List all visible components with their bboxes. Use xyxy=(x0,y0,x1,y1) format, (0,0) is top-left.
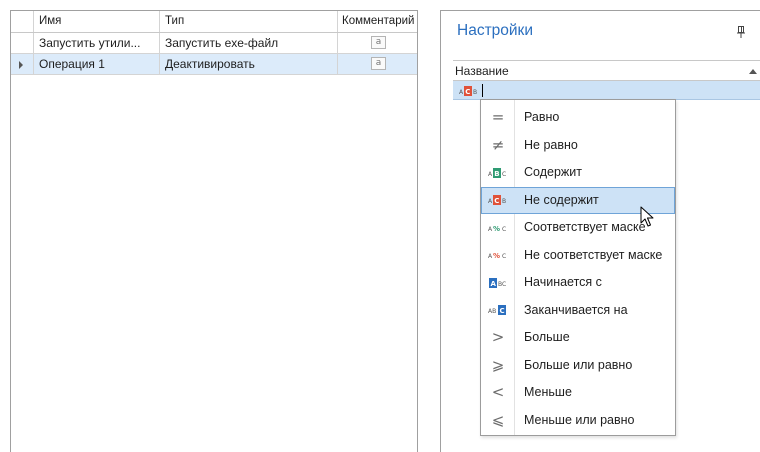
filter-option-label: Соответствует маске xyxy=(524,220,646,234)
filter-option-label: Меньше xyxy=(524,385,572,399)
svg-text:A: A xyxy=(491,280,497,288)
cell-type[interactable]: Запустить exe-файл xyxy=(160,33,338,53)
svg-text:A: A xyxy=(459,89,464,96)
filter-option-label: Начинается с xyxy=(524,275,602,289)
filter-option-label: Не соответствует маске xyxy=(524,247,663,262)
filter-option-label: Не содержит xyxy=(524,192,599,207)
svg-text:C: C xyxy=(502,253,506,260)
table-row[interactable]: Запустить утили... Запустить exe-файл a xyxy=(11,33,417,54)
svg-text:C: C xyxy=(465,88,470,96)
sort-ascending-icon[interactable] xyxy=(749,69,757,74)
less-icon: < xyxy=(491,383,505,401)
begins-with-icon: A BC xyxy=(481,269,515,296)
filter-option-7[interactable]: A BC Начинается с xyxy=(481,269,675,296)
column-header-comment[interactable]: Комментарий xyxy=(338,11,417,32)
svg-text:B: B xyxy=(494,170,499,178)
cell-comment[interactable]: a xyxy=(338,33,417,53)
svg-text:C: C xyxy=(502,171,506,178)
cell-comment[interactable]: a xyxy=(338,54,417,74)
mouse-cursor-icon xyxy=(640,206,654,228)
filter-option-label: Не равно xyxy=(524,137,578,152)
filter-option-12[interactable]: ⩽ Меньше или равно xyxy=(481,407,675,434)
auto-filter-row[interactable]: A C B xyxy=(453,81,760,100)
svg-text:BC: BC xyxy=(498,281,506,288)
like-icon: A% C xyxy=(481,214,515,241)
not-equals-icon: ≠ xyxy=(491,135,505,154)
svg-text:C: C xyxy=(494,197,499,205)
not-like-icon: A% C xyxy=(481,242,515,269)
filter-option-2[interactable]: ≠ Не равно xyxy=(481,132,675,159)
filter-option-3[interactable]: A B C Содержит xyxy=(481,159,675,186)
row-indicator-header xyxy=(11,11,34,32)
pin-icon[interactable] xyxy=(737,26,745,38)
not-contains-icon[interactable]: A C B xyxy=(459,85,479,99)
svg-text:A: A xyxy=(488,198,493,205)
cell-name[interactable]: Запустить утили... xyxy=(34,33,160,53)
column-header-name[interactable]: Имя xyxy=(34,11,160,32)
panel-title: Настройки xyxy=(457,22,534,39)
contains-icon: ABC xyxy=(481,159,515,186)
filter-option-label: Больше или равно xyxy=(524,357,633,372)
column-header-label: Название xyxy=(455,64,509,78)
greater-icon: > xyxy=(491,328,505,346)
grid-header: Имя Тип Комментарий xyxy=(11,11,417,33)
filter-option-label: Равно xyxy=(524,110,560,124)
cell-type[interactable]: Деактивировать xyxy=(160,54,338,74)
filter-option-label: Меньше или равно xyxy=(524,412,635,427)
not-contains-icon: ACB xyxy=(481,187,515,214)
less-or-equal-icon: ⩽ xyxy=(491,410,505,429)
column-header-title[interactable]: Название xyxy=(453,60,760,81)
memo-icon[interactable]: a xyxy=(371,57,386,70)
svg-text:AB: AB xyxy=(488,308,496,315)
svg-text:%: % xyxy=(493,252,500,260)
column-header-type[interactable]: Тип xyxy=(160,11,338,32)
filter-option-label: Содержит xyxy=(524,165,582,179)
cell-name[interactable]: Операция 1 xyxy=(34,54,160,74)
filter-option-11[interactable]: < Меньше xyxy=(481,379,675,406)
memo-icon[interactable]: a xyxy=(371,36,386,49)
filter-option-9[interactable]: > Больше xyxy=(481,324,675,351)
greater-or-equal-icon: ⩾ xyxy=(491,355,505,374)
filter-option-8[interactable]: AB C Заканчивается на xyxy=(481,297,675,324)
svg-text:A: A xyxy=(488,171,493,178)
filter-option-10[interactable]: ⩾ Больше или равно xyxy=(481,352,675,379)
filter-option-6[interactable]: A% C Не соответствует маске xyxy=(481,242,675,269)
svg-text:%: % xyxy=(493,225,500,233)
svg-text:C: C xyxy=(502,226,506,233)
table-row[interactable]: Операция 1 Деактивировать a xyxy=(11,54,417,75)
operations-grid: Имя Тип Комментарий Запустить утили... З… xyxy=(10,10,418,452)
filter-option-label: Заканчивается на xyxy=(524,302,628,317)
filter-condition-menu: = Равно ≠ Не равно A B C Содержит A C B Не содержит… xyxy=(480,99,676,436)
filter-option-1[interactable]: = Равно xyxy=(481,104,675,131)
equals-icon: = xyxy=(491,108,505,126)
svg-text:C: C xyxy=(500,307,505,315)
filter-option-label: Больше xyxy=(524,330,570,344)
row-indicator-cell[interactable] xyxy=(11,54,34,74)
row-indicator-cell[interactable] xyxy=(11,33,34,53)
svg-text:B: B xyxy=(502,198,506,205)
text-caret xyxy=(482,84,483,97)
svg-text:B: B xyxy=(473,89,477,96)
ends-with-icon: AB C xyxy=(481,297,515,324)
current-row-arrow-icon xyxy=(19,61,23,69)
